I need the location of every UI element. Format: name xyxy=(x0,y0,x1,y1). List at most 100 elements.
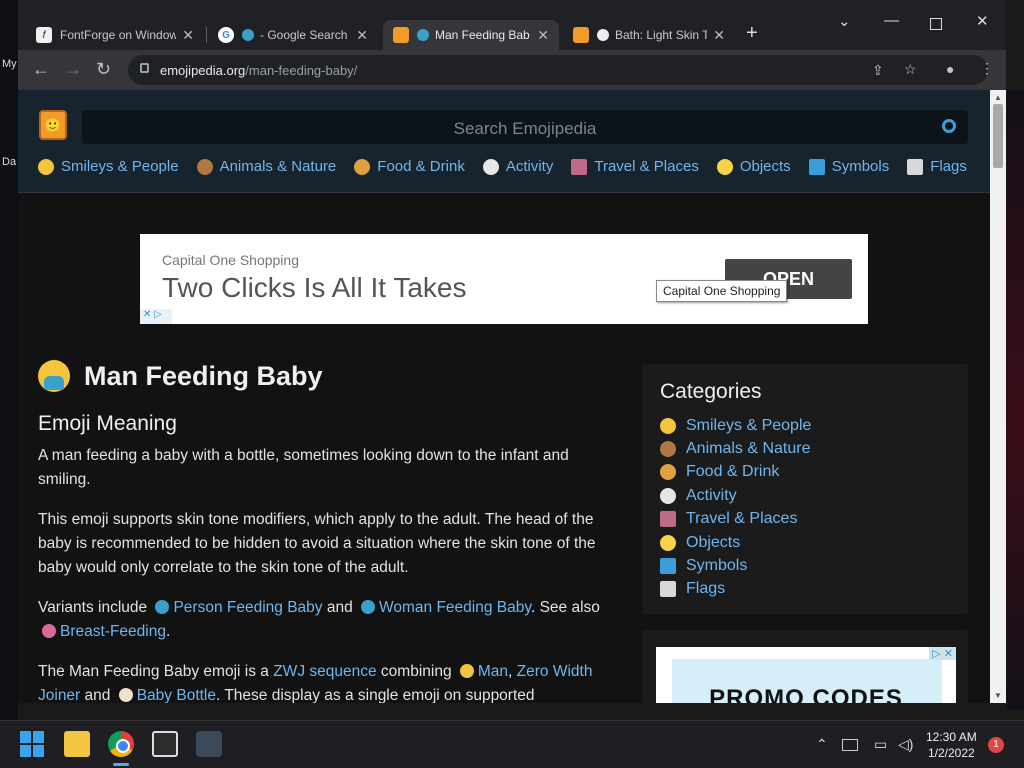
nav-animals-nature[interactable]: Animals & Nature xyxy=(196,158,336,175)
bear-icon xyxy=(660,441,676,458)
menu-kebab-icon[interactable]: ⋮ xyxy=(980,60,994,77)
forward-button[interactable]: → xyxy=(64,59,82,80)
taskbar: ⌃ ▭ ◁) 12:30 AM 1/2/2022 1 xyxy=(0,720,1024,768)
close-icon[interactable]: ✕ xyxy=(537,27,549,44)
nav-objects[interactable]: Objects xyxy=(716,158,791,175)
search-input[interactable]: Search Emojipedia xyxy=(82,110,968,144)
scroll-up-icon[interactable]: ▲ xyxy=(994,93,1002,102)
app-icon[interactable] xyxy=(196,731,222,757)
chrome-icon[interactable] xyxy=(108,731,134,757)
address-bar[interactable]: emojipedia.org/man-feeding-baby/ ⇪ ☆ xyxy=(128,55,988,85)
ad-headline: Two Clicks Is All It Takes xyxy=(162,272,467,303)
breast-feeding-icon xyxy=(42,624,56,638)
nav-flags[interactable]: Flags xyxy=(907,158,967,175)
link-breast-feeding[interactable]: Breast-Feeding xyxy=(60,623,166,640)
microsoft-store-icon[interactable] xyxy=(152,731,178,757)
desktop-background: My Da xyxy=(0,0,18,720)
tab-bath[interactable]: Bath: Light Skin T ✕ xyxy=(563,20,735,50)
chevron-up-icon[interactable]: ⌃ xyxy=(816,736,828,753)
profile-icon[interactable]: ● xyxy=(946,61,954,77)
category-item[interactable]: Objects xyxy=(660,531,950,554)
advertisement-banner[interactable]: Capital One Shopping Two Clicks Is All I… xyxy=(140,234,868,324)
clock[interactable]: 12:30 AM 1/2/2022 xyxy=(926,729,977,761)
fontforge-icon: f xyxy=(36,27,52,43)
google-icon: G xyxy=(218,27,234,43)
browser-window: f FontForge on Window ✕ G - Google Searc… xyxy=(18,0,1006,703)
tab-title: - Google Search xyxy=(260,28,348,42)
tab-title: FontForge on Window xyxy=(60,28,177,42)
category-item[interactable]: Flags xyxy=(660,578,950,601)
tab-man-feeding-baby[interactable]: Man Feeding Bab ✕ xyxy=(383,20,559,50)
promo-ad[interactable]: PROMO CODES ▷ ✕ xyxy=(656,647,956,703)
burger-icon xyxy=(354,158,371,175)
skin-tone-paragraph: This emoji supports skin tone modifiers,… xyxy=(38,511,596,576)
link-woman-feeding-baby[interactable]: Woman Feeding Baby xyxy=(379,599,531,616)
tab-title: Man Feeding Bab xyxy=(435,28,530,42)
category-item[interactable]: Symbols xyxy=(660,554,950,577)
flags-icon xyxy=(660,581,676,598)
back-button[interactable]: ← xyxy=(32,59,50,80)
desktop-label: My xyxy=(2,58,17,70)
url-text: emojipedia.org/man-feeding-baby/ xyxy=(160,63,358,78)
link-zwj-sequence[interactable]: ZWJ sequence xyxy=(273,663,376,680)
share-icon[interactable]: ⇪ xyxy=(872,62,884,79)
notification-badge[interactable]: 1 xyxy=(988,737,1004,753)
category-item[interactable]: Smileys & People xyxy=(660,414,950,437)
variants-paragraph: Variants include Person Feeding Baby and… xyxy=(38,599,600,640)
smiley-icon xyxy=(38,158,54,175)
close-icon[interactable]: ✕ xyxy=(356,27,368,44)
promo-ad-text: PROMO CODES xyxy=(709,685,903,703)
tab-fontforge[interactable]: f FontForge on Window ✕ xyxy=(26,20,204,50)
nav-activity[interactable]: Activity xyxy=(482,158,553,175)
link-man[interactable]: Man xyxy=(478,663,508,680)
minimize-button[interactable]: — xyxy=(884,12,899,29)
maximize-button[interactable] xyxy=(930,18,942,30)
nav-food-drink[interactable]: Food & Drink xyxy=(354,158,465,175)
new-tab-button[interactable]: + xyxy=(746,22,758,45)
nav-smileys-people[interactable]: Smileys & People xyxy=(38,158,179,175)
scroll-down-icon[interactable]: ▼ xyxy=(994,691,1002,700)
flags-icon xyxy=(907,158,924,175)
scrollbar-thumb[interactable] xyxy=(993,104,1003,168)
lightbulb-icon xyxy=(660,534,676,551)
categories-panel: Categories Smileys & People Animals & Na… xyxy=(642,364,968,614)
emoji-icon xyxy=(597,29,609,41)
close-icon[interactable]: ▷ ✕ xyxy=(929,647,956,660)
soccer-ball-icon xyxy=(660,487,676,504)
close-icon[interactable]: ✕ xyxy=(713,27,725,44)
reload-button[interactable]: ↻ xyxy=(96,59,111,80)
file-explorer-icon[interactable] xyxy=(64,731,90,757)
close-window-button[interactable]: ✕ xyxy=(976,12,989,30)
emojipedia-icon xyxy=(573,27,589,43)
windows-start-icon[interactable] xyxy=(20,731,46,757)
nav-symbols[interactable]: Symbols xyxy=(808,158,889,175)
category-nav: Smileys & People Animals & Nature Food &… xyxy=(38,158,967,175)
desktop-label: Da xyxy=(2,156,17,168)
tab-google-search[interactable]: G - Google Search ✕ xyxy=(208,20,378,50)
volume-icon[interactable]: ◁) xyxy=(898,736,913,753)
city-icon xyxy=(660,511,676,528)
emoji-icon xyxy=(417,29,429,41)
city-icon xyxy=(571,158,588,175)
category-item[interactable]: Travel & Places xyxy=(660,508,950,531)
scrollbar[interactable]: ▲ ▼ xyxy=(990,90,1006,703)
category-item[interactable]: Food & Drink xyxy=(660,461,950,484)
link-person-feeding-baby[interactable]: Person Feeding Baby xyxy=(173,599,322,616)
active-app-indicator xyxy=(113,763,129,766)
keyboard-icon[interactable] xyxy=(842,739,858,751)
tab-search-button[interactable]: ⌄ xyxy=(838,12,851,30)
adchoices-icon[interactable]: ✕ ▷ xyxy=(140,309,172,324)
bookmark-star-icon[interactable]: ☆ xyxy=(904,61,917,78)
page-title: Man Feeding Baby xyxy=(38,360,622,392)
soccer-ball-icon xyxy=(482,158,499,175)
link-baby-bottle[interactable]: Baby Bottle xyxy=(137,687,216,703)
nav-travel-places[interactable]: Travel & Places xyxy=(571,158,699,175)
emojipedia-logo[interactable]: 🙂 xyxy=(39,110,67,140)
clock-time: 12:30 AM xyxy=(926,730,977,744)
category-item[interactable]: Activity xyxy=(660,484,950,507)
close-icon[interactable]: ✕ xyxy=(182,27,194,44)
woman-feeding-baby-icon xyxy=(361,600,376,614)
network-icon[interactable]: ▭ xyxy=(874,736,887,753)
category-item[interactable]: Animals & Nature xyxy=(660,437,950,460)
search-icon[interactable] xyxy=(942,119,956,133)
